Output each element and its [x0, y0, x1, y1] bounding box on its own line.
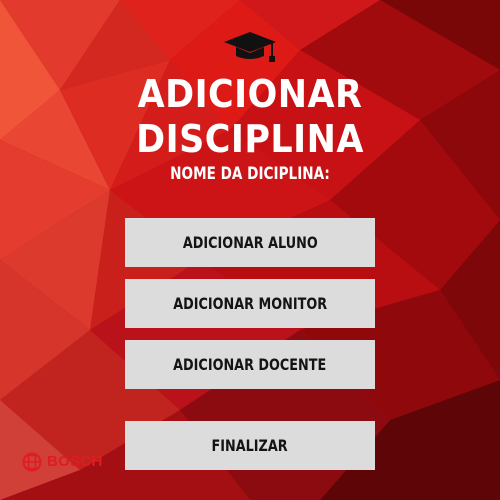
page-title: ADICIONAR DISCIPLINA: [20, 72, 480, 162]
add-monitor-button-label: ADICIONAR MONITOR: [173, 293, 327, 313]
add-teacher-button-label: ADICIONAR DOCENTE: [173, 354, 327, 374]
course-name-label: NOME DA DICIPLINA:: [170, 164, 330, 184]
finish-button-label: FINALIZAR: [211, 435, 289, 455]
page-title-line-2: DISCIPLINA: [136, 117, 364, 161]
bosch-logo-text: BOSCH: [47, 453, 103, 470]
bosch-logo: BOSCH: [22, 451, 103, 473]
add-monitor-button[interactable]: ADICIONAR MONITOR: [125, 279, 375, 328]
add-student-button[interactable]: ADICIONAR ALUNO: [125, 218, 375, 267]
bosch-armature-icon: [22, 452, 42, 472]
page-title-line-1: ADICIONAR: [137, 72, 363, 116]
add-teacher-button[interactable]: ADICIONAR DOCENTE: [125, 340, 375, 389]
add-student-button-label: ADICIONAR ALUNO: [182, 232, 318, 252]
add-course-screen: ADICIONAR DISCIPLINA NOME DA DICIPLINA: …: [0, 0, 500, 500]
graduation-cap-icon: [224, 32, 276, 62]
finish-button[interactable]: FINALIZAR: [125, 421, 375, 470]
